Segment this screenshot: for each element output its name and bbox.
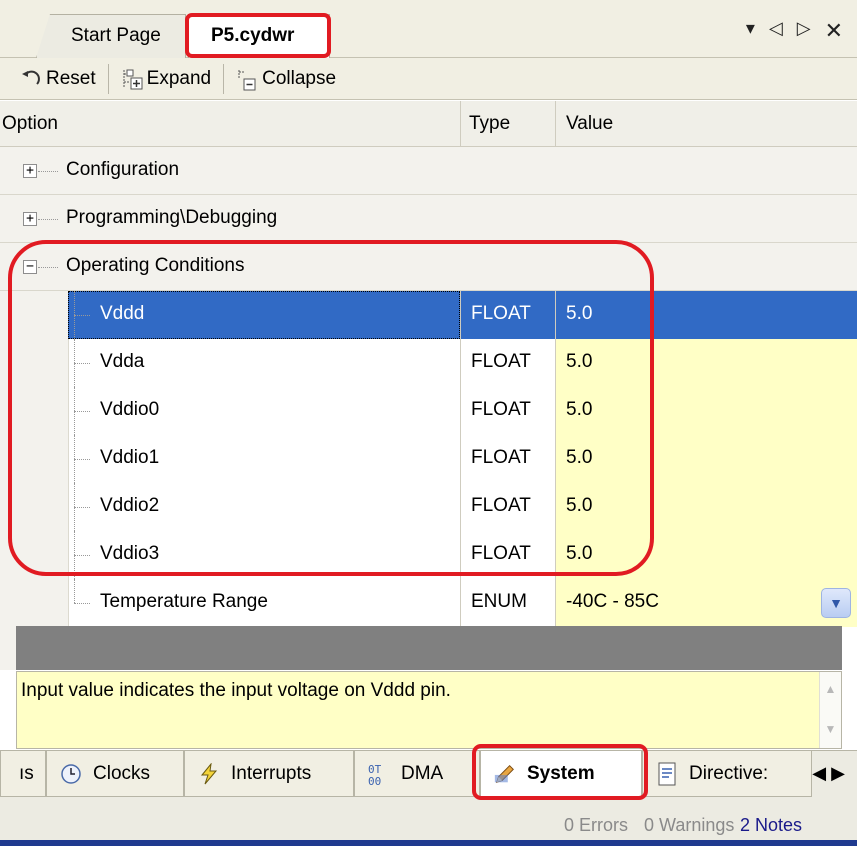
tree-line [38, 219, 58, 220]
column-header-option[interactable]: Option [0, 101, 461, 147]
category-row-programming-debugging[interactable]: + Programming\Debugging [0, 195, 857, 243]
grid-empty-area [16, 626, 842, 670]
tab-start-page-label: Start Page [71, 25, 161, 46]
expand-button[interactable]: Expand [115, 62, 217, 96]
toolbar-separator [107, 63, 109, 94]
tab-truncated[interactable]: ıs [0, 751, 46, 797]
category-row-configuration[interactable]: + Configuration [0, 147, 857, 195]
description-scrollbar[interactable]: ▲ ▼ [819, 672, 841, 748]
reset-label: Reset [46, 67, 96, 89]
collapse-label: Collapse [262, 67, 337, 89]
property-row-temperature-range[interactable]: Temperature Range ENUM -40C - 85C ▼ [0, 579, 857, 627]
expand-icon [121, 68, 143, 90]
expand-label: Expand [146, 67, 212, 89]
scroll-right-icon[interactable]: ▶ [831, 763, 845, 783]
status-notes[interactable]: 2 Notes [740, 815, 802, 836]
tree-line [74, 579, 75, 603]
description-panel: Input value indicates the input voltage … [16, 671, 842, 749]
status-warnings[interactable]: 0 Warnings [644, 815, 734, 836]
dma-icon: 0T 00 [367, 762, 391, 786]
clock-icon [59, 762, 83, 786]
tab-label: DMA [401, 762, 444, 784]
toolbar-separator [223, 63, 225, 94]
status-bar: 0 Errors 0 Warnings 2 Notes [0, 802, 857, 846]
category-label: Programming\Debugging [66, 207, 278, 228]
document-icon [655, 762, 679, 786]
chevron-down-icon[interactable]: ▼ [821, 588, 851, 618]
row-gutter [0, 579, 68, 627]
column-header-value[interactable]: Value [556, 101, 857, 147]
window-bottom-edge [0, 840, 857, 846]
tab-strip-controls: ▾ ◁ ▷ ✕ [746, 18, 843, 44]
scroll-left-icon[interactable]: ◀ [812, 763, 826, 783]
document-tab-strip: Start Page P5.cydwr ▾ ◁ ▷ ✕ [0, 0, 857, 59]
grid-gutter [0, 626, 16, 670]
expand-plus-icon[interactable]: + [23, 212, 37, 226]
highlight-annotation-tab [185, 13, 331, 58]
property-grid-header: Option Type Value [0, 101, 857, 147]
property-type: ENUM [461, 579, 556, 627]
tab-list-dropdown-icon[interactable]: ▾ [746, 18, 755, 44]
scroll-down-icon[interactable]: ▼ [820, 722, 841, 736]
property-name: Temperature Range [100, 591, 268, 612]
tab-start-page[interactable]: Start Page [36, 14, 186, 58]
tab-scroll-controls: ◀ ▶ [812, 763, 845, 784]
category-label: Configuration [66, 159, 180, 180]
property-name-cell: Temperature Range [0, 579, 461, 627]
highlight-annotation-system-tab [472, 744, 648, 800]
reset-icon [20, 68, 42, 90]
tab-label: Clocks [93, 762, 151, 784]
expand-plus-icon[interactable]: + [23, 164, 37, 178]
tab-dma[interactable]: 0T 00 DMA [354, 751, 480, 797]
svg-text:00: 00 [368, 775, 381, 786]
tab-next-icon[interactable]: ▷ [797, 18, 811, 44]
property-value: -40C - 85C [566, 591, 659, 612]
close-icon[interactable]: ✕ [825, 18, 843, 44]
description-text: Input value indicates the input voltage … [21, 680, 451, 701]
scroll-up-icon[interactable]: ▲ [820, 682, 841, 696]
tab-label: Interrupts [231, 762, 312, 784]
tab-interrupts[interactable]: Interrupts [184, 751, 354, 797]
collapse-button[interactable]: Collapse [230, 62, 342, 96]
column-header-type[interactable]: Type [461, 101, 556, 147]
lightning-icon [197, 762, 221, 786]
tab-label: Directive: [689, 762, 769, 784]
tab-directives[interactable]: Directive: [642, 751, 812, 797]
status-errors[interactable]: 0 Errors [564, 815, 628, 836]
tree-line [38, 171, 58, 172]
tree-line [74, 603, 90, 604]
editor-section-tabs: ıs Clocks Interrupts 0T 00 DMA System Dir… [0, 750, 857, 802]
tab-prev-icon[interactable]: ◁ [769, 18, 783, 44]
tab-label: ıs [19, 762, 34, 784]
toolbar: Reset Expand Collapse [0, 58, 857, 100]
tab-clocks[interactable]: Clocks [46, 751, 184, 797]
collapse-icon [236, 68, 258, 90]
temperature-range-select[interactable]: -40C - 85C ▼ [556, 579, 857, 627]
reset-button[interactable]: Reset [14, 62, 102, 96]
highlight-annotation-operating-conditions [8, 240, 654, 576]
